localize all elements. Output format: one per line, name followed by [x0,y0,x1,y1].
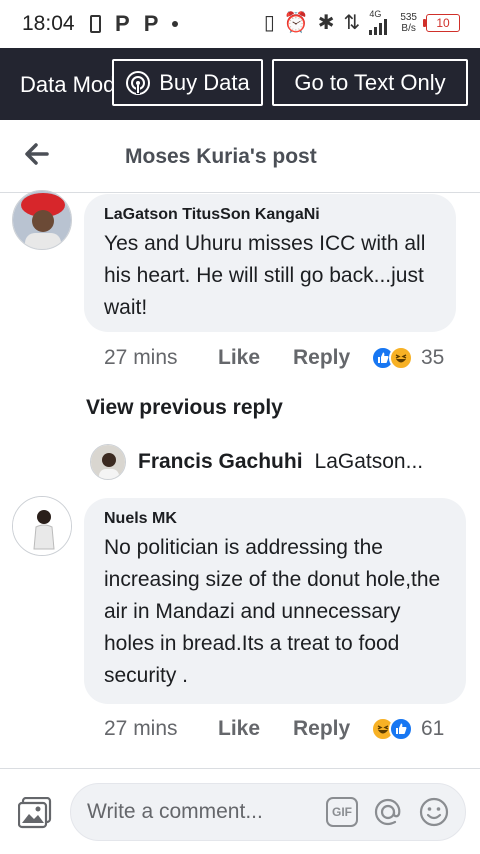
photo-icon[interactable] [18,797,52,829]
avatar-photo-icon [91,445,125,479]
avatar-photo-icon [13,191,71,249]
comment-input-placeholder: Write a comment... [87,800,263,823]
comment-meta: 27 mins Like Reply 35 [104,346,444,370]
status-bar: 18:04 P P ▯ ⏰ ✱ ⇅ 4G 535 B/s 10 [0,0,480,48]
alarm-icon: ⏰ [283,11,309,34]
like-reaction-icon [389,717,413,741]
more-notifications-dot-icon [172,21,179,27]
status-time: 18:04 [22,12,75,35]
haha-reaction-icon [389,346,413,370]
avatar-photo-icon [13,497,71,555]
reaction-count[interactable]: 61 [421,717,444,741]
comment-time: 27 mins [104,346,178,369]
reply-preview[interactable]: Francis Gachuhi LaGatson... [90,444,423,480]
reactions[interactable] [371,346,413,370]
bluetooth-icon: ✱ [317,11,335,34]
mention-icon[interactable] [372,796,404,828]
reply-avatar [90,444,126,480]
vibrate-icon: ▯ [263,11,275,34]
commenter-avatar[interactable] [12,190,72,250]
comment-author[interactable]: Nuels MK [104,510,446,528]
broadcast-icon [126,70,151,95]
reply-author: Francis Gachuhi [138,450,303,473]
comment-composer: Write a comment... GIF [0,768,480,854]
comment-author[interactable]: LaGatson TitusSon KangaNi [104,206,436,224]
text-only-button[interactable]: Go to Text Only [272,59,468,106]
reply-button[interactable]: Reply [293,717,371,741]
buy-data-button[interactable]: Buy Data [112,59,263,106]
back-arrow-icon[interactable] [22,140,50,168]
battery-level: 10 [436,15,450,30]
reply-button[interactable]: Reply [293,346,371,370]
data-transfer-icon: ⇅ [343,11,361,34]
post-header: Moses Kuria's post [0,120,480,193]
reactions[interactable] [371,717,413,741]
like-button[interactable]: Like [218,717,293,741]
comment-text: No politician is addressing the increasi… [104,536,441,687]
notification-p-icon: P [115,11,130,36]
reply-snippet: LaGatson... [314,450,424,473]
reaction-count[interactable]: 35 [421,346,444,370]
comment-bubble[interactable]: LaGatson TitusSon KangaNi Yes and Uhuru … [84,194,456,332]
comment-time: 27 mins [104,717,178,740]
phone-outline-icon [90,15,101,33]
comment-text: Yes and Uhuru misses ICC with all his he… [104,232,426,319]
buy-data-label: Buy Data [159,69,250,95]
view-previous-reply-link[interactable]: View previous reply [86,396,283,420]
net-speed: 535 B/s [400,11,417,34]
text-only-label: Go to Text Only [294,69,446,95]
post-title: Moses Kuria's post [125,145,317,168]
data-mode-bar: Data Mode Buy Data Go to Text Only [0,48,480,120]
network-type: 4G [369,9,382,19]
comment-meta: 27 mins Like Reply 61 [104,717,444,741]
commenter-avatar[interactable] [12,496,72,556]
battery-icon: 10 [423,13,460,32]
like-button[interactable]: Like [218,346,293,370]
emoji-icon[interactable] [418,796,450,828]
notification-p-icon: P [143,11,159,36]
gif-icon[interactable]: GIF [326,797,358,827]
signal-icon [369,19,388,35]
comment-bubble[interactable]: Nuels MK No politician is addressing the… [84,498,466,704]
